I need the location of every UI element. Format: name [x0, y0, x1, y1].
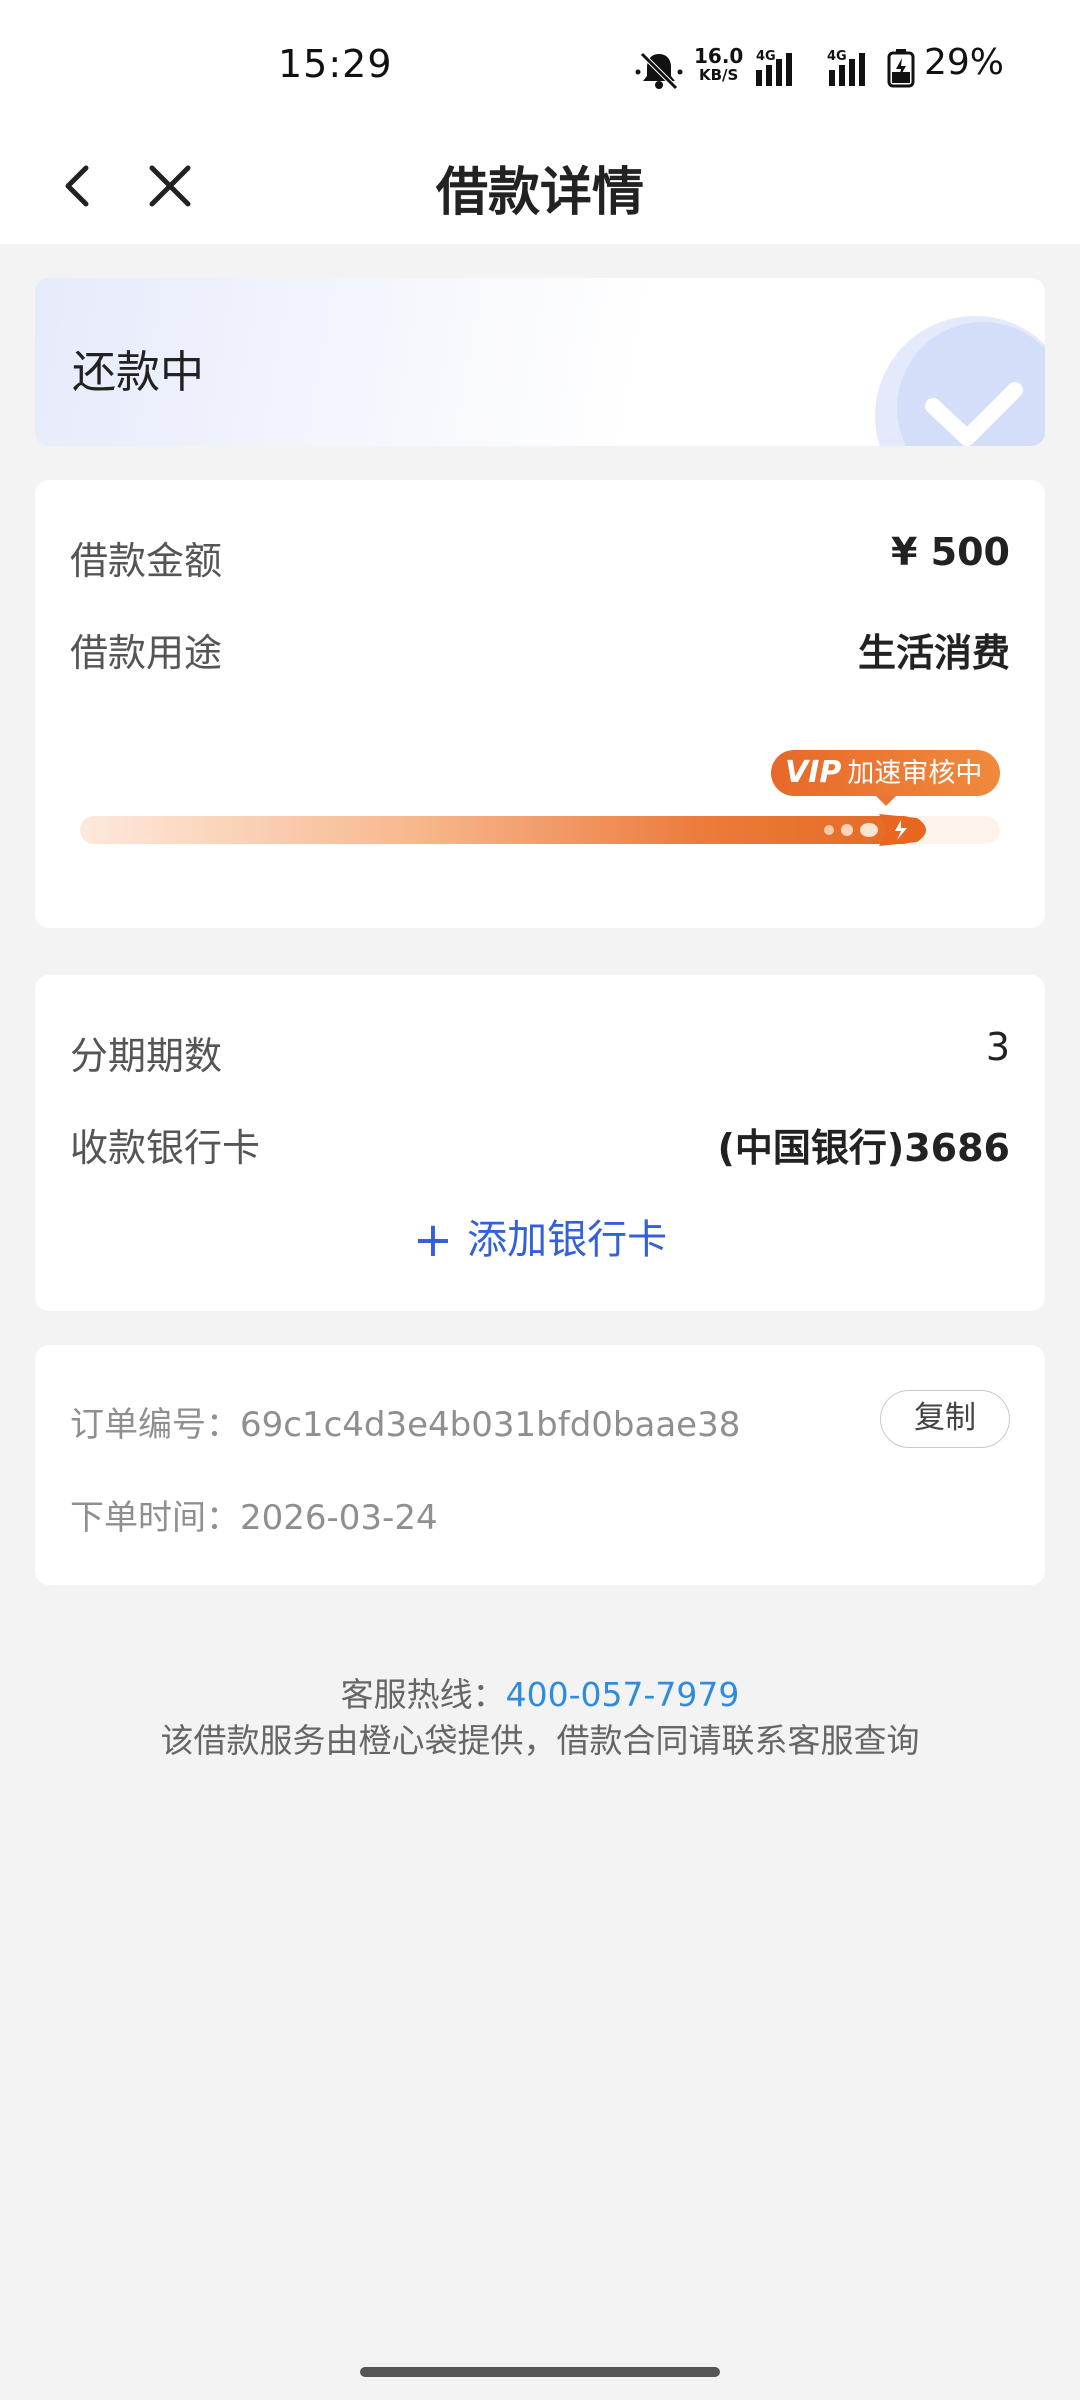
hotline-number-link[interactable]: 400-057-7979: [506, 1675, 740, 1714]
installment-card: 分期期数 3 收款银行卡 (中国银行)3686 + 添加银行卡: [35, 975, 1045, 1311]
signal-1-label: 4G: [756, 49, 776, 64]
status-time: 15:29: [278, 42, 393, 86]
order-time-row: 下单时间：2026-03-24: [70, 1490, 438, 1539]
loan-status-card: 还款中: [35, 278, 1045, 446]
order-time-value: 2026-03-24: [240, 1498, 438, 1538]
battery-charging-icon: [887, 49, 915, 88]
net-speed: 16.0 KB/S: [694, 46, 743, 84]
check-circle-icon: [875, 316, 1045, 446]
add-bank-card-label: 添加银行卡: [467, 1217, 668, 1263]
vip-badge-text: 加速审核中: [847, 758, 983, 789]
net-speed-unit: KB/S: [699, 66, 739, 84]
add-bank-card-button[interactable]: + 添加银行卡: [35, 1207, 1045, 1268]
order-number-label: 订单编号：: [70, 1405, 240, 1445]
vip-label: VIP: [785, 755, 842, 790]
loan-status-text: 还款中: [72, 347, 204, 398]
installment-periods-value: 3: [985, 1025, 1010, 1069]
signal-icon: 4G: [827, 49, 865, 86]
mute-bell-icon: [635, 52, 683, 90]
order-time-label: 下单时间：: [70, 1498, 240, 1538]
service-note: 该借款服务由橙心袋提供，借款合同请联系客服查询: [160, 1721, 920, 1760]
signal-icon: 4G: [756, 49, 792, 86]
status-bar: 15:29 16.0 KB/S 4G 4G 29%: [0, 0, 1080, 130]
order-number-row: 订单编号：69c1c4d3e4b031bfd0baae38: [70, 1397, 740, 1446]
vip-review-badge: VIP 加速审核中: [771, 750, 1001, 806]
hotline-label: 客服热线：: [340, 1675, 506, 1714]
footer: 客服热线：400-057-7979 该借款服务由橙心袋提供，借款合同请联系客服查…: [0, 1672, 1080, 1764]
nav-bar: 借款详情: [0, 130, 1080, 244]
order-number-value: 69c1c4d3e4b031bfd0baae38: [240, 1405, 741, 1445]
review-progress: VIP 加速审核中: [80, 750, 1001, 870]
progress-fill: [80, 816, 918, 844]
loan-purpose-value: 生活消费: [857, 631, 1010, 675]
bank-card-value: (中国银行)3686: [717, 1126, 1011, 1170]
copy-button[interactable]: 复制: [880, 1390, 1010, 1448]
bank-card-label: 收款银行卡: [70, 1126, 261, 1170]
battery-percent: 29%: [924, 42, 1005, 83]
page-title: 借款详情: [435, 163, 644, 223]
installment-periods-label: 分期期数: [70, 1034, 223, 1078]
loan-purpose-label: 借款用途: [70, 631, 223, 675]
order-info-card: 订单编号：69c1c4d3e4b031bfd0baae38 复制 下单时间：20…: [35, 1345, 1045, 1585]
loan-amount-value: ¥ 500: [891, 530, 1010, 574]
hotline-row: 客服热线：400-057-7979: [0, 1672, 1080, 1718]
loan-info-card: 借款金额 ¥ 500 借款用途 生活消费 VIP 加速审核中: [35, 480, 1045, 928]
rocket-icon: [824, 814, 927, 846]
home-indicator[interactable]: [360, 2367, 720, 2377]
plus-icon: +: [412, 1212, 454, 1268]
loan-amount-label: 借款金额: [70, 539, 223, 583]
signal-2-label: 4G: [827, 49, 847, 64]
net-speed-value: 16.0: [694, 44, 744, 68]
